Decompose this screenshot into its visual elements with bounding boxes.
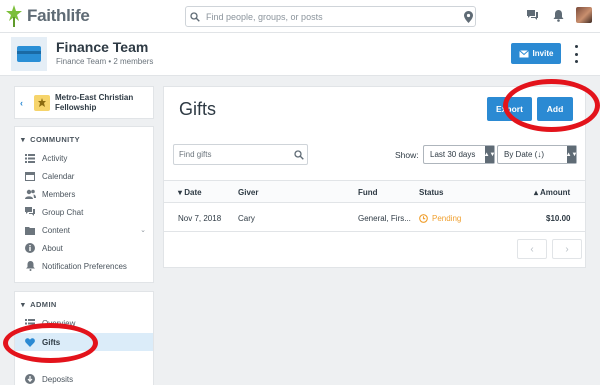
top-bar: Faithlife Find people, groups, or posts xyxy=(0,0,600,33)
sidebar-item-label: Group Chat xyxy=(42,207,84,217)
calendar-icon xyxy=(24,170,36,182)
table-row[interactable]: Nov 7, 2018 Cary General, Firs... Pendin… xyxy=(164,204,585,232)
chevron-down-icon[interactable]: ⌄ xyxy=(140,226,146,234)
show-label: Show: xyxy=(395,150,419,160)
gift-amount: $10.00 xyxy=(546,214,571,223)
faithlife-logo[interactable]: Faithlife xyxy=(6,5,90,27)
group-title: Finance Team xyxy=(56,39,149,55)
sidebar-item-label: Deposits xyxy=(42,374,74,384)
sidebar-item-content[interactable]: Content ⌄ xyxy=(15,221,153,239)
sort-value: By Date (↓) xyxy=(504,150,545,159)
sidebar-item-notification-preferences[interactable]: Notification Preferences xyxy=(15,257,153,275)
column-amount-label: Amount xyxy=(539,188,571,197)
admin-section-toggle[interactable]: ▾ ADMIN xyxy=(21,300,57,309)
sidebar-item-label: Notification Preferences xyxy=(42,261,127,271)
invite-label: Invite xyxy=(532,49,554,58)
status-badge: Pending xyxy=(419,214,461,223)
sidebar-item-label: Members xyxy=(42,189,76,199)
sidebar-item-label: About xyxy=(42,243,63,253)
status-text: Pending xyxy=(432,214,462,223)
table-header: ▾ Date Giver Fund Status ▴ Amount xyxy=(164,180,585,203)
deposit-icon xyxy=(24,373,36,385)
previous-page-button[interactable]: ‹ xyxy=(517,239,547,259)
bell-icon xyxy=(24,260,36,272)
parent-group-name: Metro-East Christian Fellowship xyxy=(55,93,134,112)
sidebar-item-activity[interactable]: Activity xyxy=(15,149,153,167)
gifts-panel: Gifts Export Add Find gifts Show: Last 3… xyxy=(163,86,586,268)
sidebar-item-overview[interactable]: Overview xyxy=(15,314,153,332)
group-header: Finance Team Finance Team • 2 members In… xyxy=(0,33,600,76)
column-status[interactable]: Status xyxy=(419,188,443,197)
top-icons xyxy=(524,7,592,23)
info-icon xyxy=(24,242,36,254)
admin-title: ADMIN xyxy=(30,300,57,309)
column-amount[interactable]: ▴ Amount xyxy=(534,188,570,197)
column-date[interactable]: ▾ Date xyxy=(178,188,202,197)
caret-down-icon: ▾ xyxy=(21,135,26,144)
group-card-icon xyxy=(11,37,47,71)
sidebar-item-label: Calendar xyxy=(42,171,75,181)
page-title: Gifts xyxy=(179,99,217,119)
add-gift-button[interactable]: Add xyxy=(537,97,573,121)
sort-select[interactable]: By Date (↓) ▲▼ xyxy=(497,145,577,164)
find-gifts-placeholder: Find gifts xyxy=(179,150,212,159)
search-placeholder: Find people, groups, or posts xyxy=(206,11,323,22)
envelope-icon xyxy=(518,49,529,57)
search-icon xyxy=(186,7,204,26)
logo-text: Faithlife xyxy=(27,6,90,25)
overview-icon xyxy=(24,317,36,329)
activity-icon xyxy=(24,152,36,164)
sidebar-item-label: Activity xyxy=(42,153,68,163)
church-icon xyxy=(34,95,50,111)
community-nav: ▾ COMMUNITY Activity Calendar Members Gr… xyxy=(14,126,154,283)
sidebar-item-members[interactable]: Members xyxy=(15,185,153,203)
column-date-label: Date xyxy=(184,188,202,197)
export-button[interactable]: Export xyxy=(487,97,532,121)
clock-icon xyxy=(419,214,428,223)
members-icon xyxy=(24,188,36,200)
admin-nav: ▾ ADMIN Overview Gifts Deposits xyxy=(14,291,154,385)
column-giver[interactable]: Giver xyxy=(238,188,258,197)
gift-fund: General, Firs... xyxy=(358,214,411,223)
group-subtitle: Finance Team • 2 members xyxy=(56,57,154,66)
gift-date: Nov 7, 2018 xyxy=(178,214,222,223)
sidebar-item-gifts[interactable]: Gifts xyxy=(15,333,153,351)
column-fund[interactable]: Fund xyxy=(358,188,378,197)
logo-icon xyxy=(6,5,22,27)
search-icon[interactable] xyxy=(291,149,307,160)
caret-down-icon: ▾ xyxy=(21,300,26,309)
more-options-icon[interactable] xyxy=(572,45,580,63)
gift-giver: Cary xyxy=(238,214,255,223)
avatar[interactable] xyxy=(576,7,592,23)
chat-icon xyxy=(24,206,36,218)
sidebar-item-group-chat[interactable]: Group Chat xyxy=(15,203,153,221)
sidebar-item-label: Overview xyxy=(42,318,76,328)
sidebar-item-label: Gifts xyxy=(42,337,61,347)
sidebar-item-calendar[interactable]: Calendar xyxy=(15,167,153,185)
find-gifts-input[interactable]: Find gifts xyxy=(173,144,308,165)
next-page-button[interactable]: › xyxy=(552,239,582,259)
parent-group-link[interactable]: ‹ Metro-East Christian Fellowship xyxy=(14,86,154,119)
date-range-value: Last 30 days xyxy=(430,150,476,159)
sidebar-item-about[interactable]: About xyxy=(15,239,153,257)
invite-button[interactable]: Invite xyxy=(511,43,561,64)
location-pin-icon[interactable] xyxy=(461,10,475,23)
bell-icon[interactable] xyxy=(550,7,566,23)
date-range-select[interactable]: Last 30 days ▲▼ xyxy=(423,145,495,164)
heart-icon xyxy=(24,336,36,348)
dropdown-arrow-icon: ▲▼ xyxy=(484,146,495,163)
sidebar-item-label: Content xyxy=(42,225,71,235)
chat-icon[interactable] xyxy=(524,7,540,23)
community-title: COMMUNITY xyxy=(30,135,81,144)
folder-icon xyxy=(24,224,36,236)
global-search-input[interactable]: Find people, groups, or posts xyxy=(185,6,476,27)
chevron-left-icon: ‹ xyxy=(20,98,23,108)
community-section-toggle[interactable]: ▾ COMMUNITY xyxy=(21,135,80,144)
sidebar-item-deposits[interactable]: Deposits xyxy=(15,370,153,385)
dropdown-arrow-icon: ▲▼ xyxy=(566,146,577,163)
